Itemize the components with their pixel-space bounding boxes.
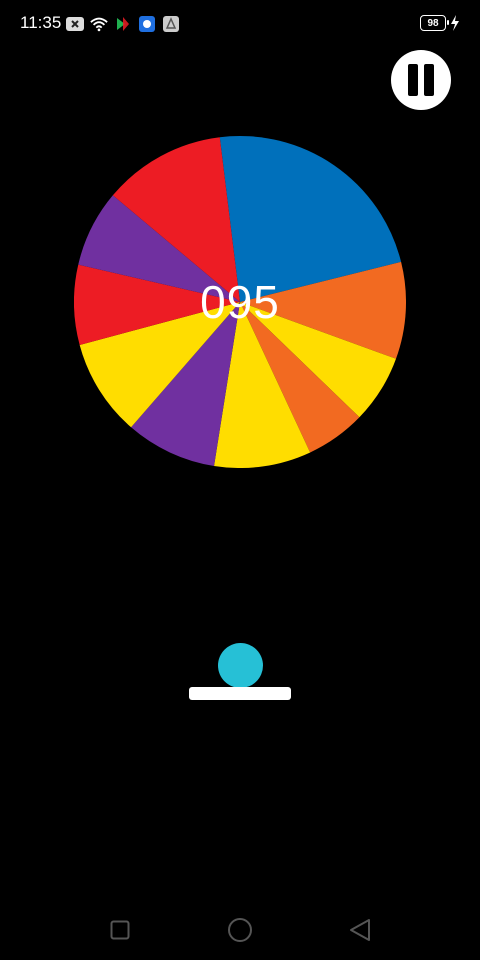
score-display: 095 — [200, 276, 280, 328]
app-icon-1 — [114, 15, 132, 33]
ball — [218, 643, 263, 688]
app-icon-3 — [162, 15, 180, 33]
circle-icon — [228, 918, 252, 942]
back-button[interactable] — [347, 917, 373, 943]
wifi-icon — [90, 15, 108, 33]
navigation-bar — [0, 900, 480, 960]
battery-level: 98 — [427, 17, 439, 29]
paddle[interactable] — [189, 687, 291, 700]
recents-button[interactable] — [107, 917, 133, 943]
app-icon-2 — [138, 15, 156, 33]
status-time: 11:35 — [20, 13, 62, 32]
status-icons — [66, 14, 180, 34]
charging-bolt-icon — [451, 15, 459, 31]
status-bar: 11:35 98 — [0, 0, 480, 48]
pause-button[interactable] — [391, 50, 451, 110]
battery-icon: 98 — [420, 15, 449, 31]
pause-icon — [408, 64, 418, 96]
square-icon — [110, 920, 130, 940]
notification-x-icon — [66, 15, 84, 33]
triangle-back-icon — [350, 919, 370, 941]
home-button[interactable] — [227, 917, 253, 943]
color-wheel: 095 — [74, 136, 406, 468]
